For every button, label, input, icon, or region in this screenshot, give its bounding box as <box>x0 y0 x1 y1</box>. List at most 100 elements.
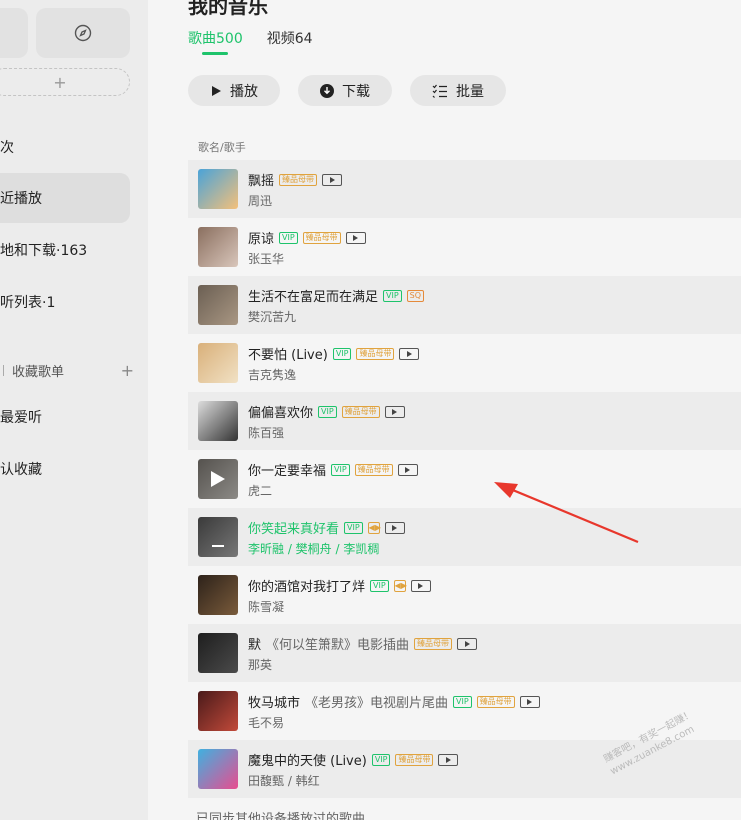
title-line: 生活不在富足而在满足 VIP SQ <box>248 286 425 306</box>
song-artist[interactable]: 李昕融 / 樊桐舟 / 李凯稠 <box>248 540 405 557</box>
mv-icon[interactable] <box>397 463 418 476</box>
song-artist[interactable]: 虎二 <box>248 482 418 499</box>
song-row[interactable]: 你一定要幸福 VIP 臻品母带 虎二 <box>188 450 741 508</box>
album-cover[interactable] <box>198 285 238 325</box>
song-artist[interactable]: 陈百强 <box>248 424 405 441</box>
vip-badge: VIP <box>344 521 363 534</box>
album-cover[interactable] <box>198 749 238 789</box>
playlist-item-1[interactable]: 认收藏 <box>0 444 130 494</box>
hq-badge: 臻品母带 <box>279 173 318 186</box>
download-icon <box>320 83 334 98</box>
sync-footer: 已同步其他设备播放过的歌曲 <box>196 812 366 820</box>
explore-button[interactable] <box>36 8 130 58</box>
song-artist[interactable]: 周迅 <box>248 192 342 209</box>
song-row[interactable]: 默《何以笙箫默》电影插曲 臻品母带 那英 <box>188 624 741 682</box>
batch-label: 批量 <box>456 83 484 100</box>
song-artist[interactable]: 陈雪凝 <box>248 598 431 615</box>
album-cover[interactable] <box>198 401 238 441</box>
song-title[interactable]: 生活不在富足而在满足 <box>248 286 378 305</box>
song-title[interactable]: 不要怕 (Live) <box>248 344 328 363</box>
mv-icon[interactable] <box>384 405 405 418</box>
add-button[interactable]: + <box>0 68 130 96</box>
sidebar-item-label: 近播放 <box>0 191 42 207</box>
song-artist[interactable]: 张玉华 <box>248 250 366 267</box>
title-line: 默《何以笙箫默》电影插曲 臻品母带 <box>248 634 478 654</box>
album-cover[interactable] <box>198 575 238 615</box>
download-button[interactable]: 下载 <box>298 75 392 106</box>
playlist-section-header: 收藏歌单 + <box>0 360 134 380</box>
song-title[interactable]: 原谅 <box>248 228 274 247</box>
song-title[interactable]: 默 <box>248 634 261 653</box>
song-artist[interactable]: 田馥甄 / 韩红 <box>248 772 458 789</box>
song-info: 牧马城市 《老男孩》电视剧片尾曲 VIP 臻品母带 毛不易 <box>248 692 540 731</box>
album-cover[interactable] <box>198 691 238 731</box>
song-row[interactable]: 生活不在富足而在满足 VIP SQ 樊沉苦九 <box>188 276 741 334</box>
song-info: 飘摇 臻品母带周迅 <box>248 170 343 209</box>
mv-icon[interactable] <box>438 753 459 766</box>
song-artist[interactable]: 樊沉苦九 <box>248 308 424 325</box>
song-title[interactable]: 魔鬼中的天使 (Live) <box>248 750 367 769</box>
album-cover[interactable] <box>198 517 238 557</box>
song-info: 魔鬼中的天使 (Live) VIP 臻品母带 田馥甄 / 韩红 <box>248 750 459 789</box>
song-row[interactable]: 原谅 VIP 臻品母带 张玉华 <box>188 218 741 276</box>
main-panel: 我的音乐 歌曲500 视频64 播放 下载 批量 歌名/歌手 飘摇 臻品母带 周迅原… <box>148 0 741 820</box>
sidebar-item-local[interactable]: 地和下载·163 <box>0 225 130 275</box>
song-subtitle: 《老男孩》电视剧片尾曲 <box>305 696 449 711</box>
song-title[interactable]: 偏偏喜欢你 <box>248 402 313 421</box>
album-cover[interactable] <box>198 633 238 673</box>
play-all-button[interactable]: 播放 <box>188 75 280 106</box>
mv-icon[interactable] <box>399 347 420 360</box>
vip-badge: VIP <box>453 695 472 708</box>
download-label: 下载 <box>342 83 370 100</box>
mv-icon[interactable] <box>519 695 540 708</box>
song-artist[interactable]: 那英 <box>248 656 477 673</box>
title-line: 牧马城市 《老男孩》电视剧片尾曲 VIP 臻品母带 <box>248 692 540 712</box>
playing-equalizer-icon <box>212 539 224 547</box>
tab-videos[interactable]: 视频64 <box>267 28 313 48</box>
red-arrow-annotation <box>494 482 639 544</box>
list-icon <box>432 84 447 98</box>
mv-icon[interactable] <box>345 231 366 244</box>
song-row[interactable]: 你的酒馆对我打了烊 VIP ◀▶ 陈雪凝 <box>188 566 741 624</box>
song-artist[interactable]: 毛不易 <box>248 714 540 731</box>
hq-badge: 臻品母带 <box>302 231 341 244</box>
play-label: 播放 <box>230 83 258 100</box>
tab-songs[interactable]: 歌曲500 <box>188 28 243 55</box>
song-artist[interactable]: 吉克隽逸 <box>248 366 419 383</box>
song-row[interactable]: 不要怕 (Live) VIP 臻品母带 吉克隽逸 <box>188 334 741 392</box>
batch-button[interactable]: 批量 <box>410 75 506 106</box>
song-row[interactable]: 飘摇 臻品母带周迅 <box>188 160 741 218</box>
album-cover[interactable] <box>198 459 238 499</box>
song-list: 飘摇 臻品母带 周迅 原谅 VIP 臻品母带 张玉华 生活不在富足而在满足 VIP SQ 樊沉苦九不… <box>188 160 741 798</box>
sidebar-item-list[interactable]: 听列表·1 <box>0 277 130 327</box>
hq-badge: 臻品母带 <box>414 637 453 650</box>
song-title[interactable]: 你的酒馆对我打了烊 <box>248 576 365 595</box>
play-overlay-icon[interactable] <box>211 471 225 487</box>
song-info: 你一定要幸福 VIP 臻品母带 虎二 <box>248 460 418 499</box>
sidebar-item-0[interactable]: 次 <box>0 122 130 172</box>
playlist-label: 认收藏 <box>0 462 42 478</box>
song-title[interactable]: 飘摇 <box>248 170 274 189</box>
song-title[interactable]: 你一定要幸福 <box>248 460 326 479</box>
album-cover[interactable] <box>198 227 238 267</box>
add-playlist-icon[interactable]: + <box>121 361 134 380</box>
dolby-badge: ◀▶ <box>393 579 407 592</box>
song-row[interactable]: 你笑起来真好看 VIP ◀▶ 李昕融 / 樊桐舟 / 李凯稠 <box>188 508 741 566</box>
playlist-item-0[interactable]: 最爱听 <box>0 392 130 442</box>
mv-icon[interactable] <box>457 637 478 650</box>
mv-icon[interactable] <box>410 579 431 592</box>
mv-icon[interactable] <box>384 521 405 534</box>
divider <box>3 364 4 376</box>
album-cover[interactable] <box>198 343 238 383</box>
page-title: 我的音乐 <box>188 0 268 18</box>
album-cover[interactable] <box>198 169 238 209</box>
song-info: 偏偏喜欢你 VIP 臻品母带 陈百强 <box>248 402 405 441</box>
section-label: 收藏歌单 <box>12 364 65 380</box>
mv-icon[interactable] <box>322 173 343 186</box>
song-title[interactable]: 牧马城市 <box>248 692 300 711</box>
sidebar-top-button[interactable] <box>0 8 28 58</box>
song-title[interactable]: 你笑起来真好看 <box>248 518 339 537</box>
song-info: 生活不在富足而在满足 VIP SQ 樊沉苦九 <box>248 286 425 325</box>
song-row[interactable]: 偏偏喜欢你 VIP 臻品母带 陈百强 <box>188 392 741 450</box>
sidebar-item-recent[interactable]: 近播放 <box>0 173 130 223</box>
